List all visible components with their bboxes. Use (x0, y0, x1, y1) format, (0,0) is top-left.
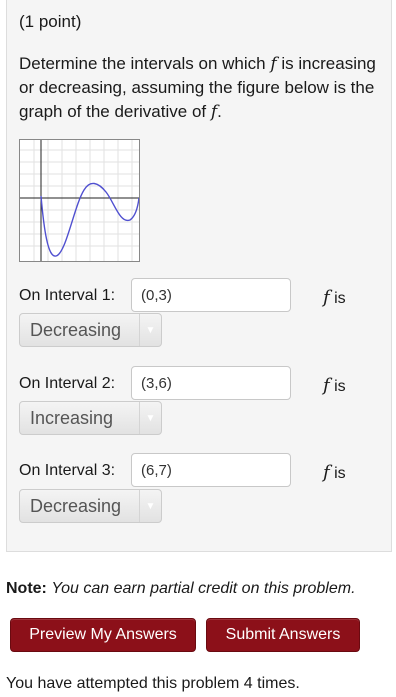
function-symbol: f (323, 375, 330, 396)
derivative-graph[interactable] (19, 139, 140, 262)
partial-credit-note: Note: You can earn partial credit on thi… (6, 580, 356, 598)
chevron-down-icon: ▼ (139, 314, 161, 346)
interval-1-label: On Interval 1: (19, 287, 116, 304)
problem-panel: (1 point) Determine the intervals on whi… (6, 0, 392, 552)
problem-points: (1 point) (19, 12, 82, 31)
chevron-down-icon: ▼ (139, 490, 161, 522)
attempts-text: You have attempted this problem 4 times. (6, 675, 300, 692)
interval-1-select[interactable]: Decreasing ▼ (19, 313, 162, 347)
function-symbol: f (323, 287, 330, 308)
interval-1-f-is: f is (323, 287, 346, 308)
interval-3-input[interactable] (131, 453, 291, 487)
note-text: You can earn partial credit on this prob… (51, 580, 356, 597)
interval-3-f-is: f is (323, 462, 346, 483)
interval-2-select[interactable]: Increasing ▼ (19, 401, 162, 435)
f-is-text: is (334, 465, 346, 482)
interval-1-selected: Decreasing (30, 320, 122, 340)
prompt-end: . (217, 102, 222, 121)
preview-answers-button[interactable]: Preview My Answers (10, 618, 196, 652)
chevron-down-icon: ▼ (139, 402, 161, 434)
interval-2-input[interactable] (131, 366, 291, 400)
interval-1-input[interactable] (131, 278, 291, 312)
interval-3-selected: Decreasing (30, 496, 122, 516)
prompt-text-1: Determine the intervals on which (19, 54, 266, 73)
derivative-graph-svg (20, 140, 139, 261)
interval-3-select[interactable]: Decreasing ▼ (19, 489, 162, 523)
f-is-text: is (334, 378, 346, 395)
problem-prompt: Determine the intervals on which f is in… (19, 52, 379, 124)
interval-2-label: On Interval 2: (19, 375, 116, 392)
interval-2-f-is: f is (323, 375, 346, 396)
interval-2-selected: Increasing (30, 408, 114, 428)
f-is-text: is (334, 290, 346, 307)
function-symbol: f (270, 54, 277, 74)
function-symbol: f (323, 462, 330, 483)
submit-answers-button[interactable]: Submit Answers (206, 618, 360, 652)
interval-3-label: On Interval 3: (19, 462, 116, 479)
note-label: Note: (6, 580, 47, 597)
